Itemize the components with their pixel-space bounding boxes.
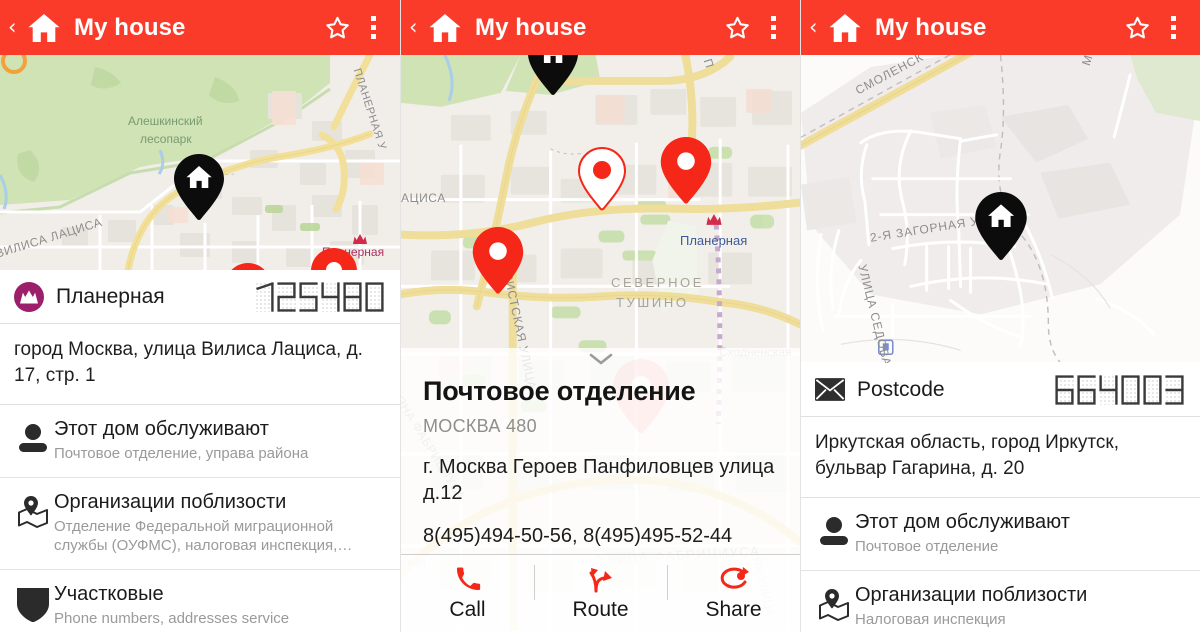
overflow-menu-icon[interactable] xyxy=(760,13,786,43)
poi-sheet: Почтовое отделение МОСКВА 480 г. Москва … xyxy=(401,348,800,632)
map-pin-home[interactable] xyxy=(528,55,578,95)
map-pin-selected[interactable] xyxy=(577,147,627,213)
metro-icon xyxy=(14,281,44,312)
postcode-label: Postcode xyxy=(857,377,945,401)
phone-icon xyxy=(455,563,481,595)
route-icon xyxy=(587,563,615,595)
postcode-digit xyxy=(277,281,296,312)
app-bar: ‹ My house xyxy=(0,0,400,55)
postcode-digit xyxy=(365,281,384,312)
list-item-subtitle: Почтовое отделение, управа района xyxy=(54,445,309,463)
list-item-title: Участковые xyxy=(54,582,164,605)
app-bar: ‹ My house xyxy=(401,0,800,55)
home-icon xyxy=(24,8,64,48)
share-label: Share xyxy=(705,598,762,621)
list-item-district-officers[interactable]: Участковые Phone numbers, addresses serv… xyxy=(0,569,400,632)
call-button[interactable]: Call xyxy=(401,555,534,622)
overflow-menu-icon[interactable] xyxy=(360,13,386,43)
postcode-digit xyxy=(299,281,318,312)
postcode-header-row[interactable]: Postcode xyxy=(801,363,1200,417)
list-item-subtitle: Отделение Федеральной миграционной служб… xyxy=(54,517,353,555)
overflow-menu-icon[interactable] xyxy=(1160,13,1186,43)
person-icon xyxy=(12,417,54,453)
page-title: My house xyxy=(74,13,186,41)
shield-icon xyxy=(12,582,54,622)
app-bar: ‹ My house xyxy=(801,0,1200,55)
screen-house-details: ‹ My house Алешкинский лесопарк ВИЛИСА Л… xyxy=(0,0,400,632)
list-item-nearby-orgs[interactable]: Организации поблизости Отделение Федерал… xyxy=(0,477,400,570)
list-item-subtitle: Налоговая инспекция xyxy=(855,610,1006,628)
map-view-3[interactable]: СМОЛЕНСК — ВЯЗЬ МИРА 2-Я ЗАГОРНАЯ УЛИ УЛ… xyxy=(801,55,1200,363)
poi-subtitle: МОСКВА 480 xyxy=(423,416,537,436)
back-button[interactable]: ‹ xyxy=(8,17,22,38)
envelope-icon xyxy=(815,375,845,405)
page-title: My house xyxy=(875,13,987,41)
home-icon xyxy=(425,8,465,48)
list-item-text: Организации поблизости Отделение Федерал… xyxy=(54,490,386,556)
map-pin-red[interactable] xyxy=(472,227,524,295)
list-item-title: Этот дом обслуживают xyxy=(54,418,269,441)
list-item-subtitle: Почтовое отделение xyxy=(855,538,999,556)
list-item-nearby-orgs[interactable]: Организации поблизости Налоговая инспекц… xyxy=(801,570,1200,632)
postcode-digit xyxy=(321,281,340,312)
poi-phones[interactable]: 8(495)494-50-56, 8(495)495-52-44 xyxy=(423,525,778,548)
map-view-1[interactable]: Алешкинский лесопарк ВИЛИСА ЛАЦИСА ПЛАНЕ… xyxy=(0,55,400,270)
share-button[interactable]: Share xyxy=(667,555,800,622)
route-button[interactable]: Route xyxy=(534,555,667,622)
map-pin-icon xyxy=(813,583,855,621)
poi-title: Почтовое отделение xyxy=(423,376,696,406)
chevron-down-icon xyxy=(589,353,612,365)
postcode-digit xyxy=(255,281,274,312)
postcode-digit xyxy=(1099,374,1118,405)
call-label: Call xyxy=(449,598,486,621)
address-text: город Москва, улица Вилиса Лациса, д. 17… xyxy=(0,324,400,406)
sheet-grabber[interactable] xyxy=(401,348,800,370)
details-sheet-1: Планерная город Москва, улица Вилиса Лац… xyxy=(0,270,400,632)
postcode-digit xyxy=(1143,374,1162,405)
map-pin-home[interactable] xyxy=(975,192,1027,260)
star-outline-icon[interactable] xyxy=(322,13,352,43)
metro-station-name: Планерная xyxy=(56,284,165,308)
list-item-text: Организации поблизости Налоговая инспекц… xyxy=(855,583,1186,630)
postcode-digit xyxy=(1055,374,1074,405)
list-item-services[interactable]: Этот дом обслуживают Почтовое отделение xyxy=(801,498,1200,571)
share-icon xyxy=(719,563,749,595)
postcode-digit xyxy=(1121,374,1140,405)
details-sheet-3: Postcode Иркутская область, город Иркутс… xyxy=(801,363,1200,632)
screenshot-root: ‹ My house Алешкинский лесопарк ВИЛИСА Л… xyxy=(0,0,1200,632)
postcode-value xyxy=(255,281,386,312)
metro-header-row[interactable]: Планерная xyxy=(0,270,400,324)
list-item-text: Этот дом обслуживают Почтовое отделение,… xyxy=(54,417,386,464)
poi-action-bar: Call Route Share xyxy=(401,554,800,632)
screen-post-office: ‹ My house АЦИСА П Планерная СЕВЕРНОЕ ТУ… xyxy=(400,0,800,632)
list-item-text: Этот дом обслуживают Почтовое отделение xyxy=(855,510,1186,557)
map-pin-red[interactable] xyxy=(311,248,357,270)
list-item-title: Этот дом обслуживают xyxy=(855,511,1070,534)
list-item-text: Участковые Phone numbers, addresses serv… xyxy=(54,582,386,629)
home-icon xyxy=(825,8,865,48)
list-item-title: Организации поблизости xyxy=(855,583,1088,606)
map-pin-red[interactable] xyxy=(660,137,712,205)
star-outline-icon[interactable] xyxy=(722,13,752,43)
screen-postcode-details: ‹ My house 2-Я ЗАГОРНАЯ УЛИ УЛИЦА СЕДОВА… xyxy=(800,0,1200,632)
poi-body: Почтовое отделение МОСКВА 480 г. Москва … xyxy=(401,370,800,554)
back-button[interactable]: ‹ xyxy=(409,17,423,38)
map-pin-home[interactable] xyxy=(174,154,224,220)
back-button[interactable]: ‹ xyxy=(809,17,823,38)
postcode-digit xyxy=(1077,374,1096,405)
postcode-value xyxy=(1055,374,1186,405)
address-text: Иркутская область, город Иркутск, бульва… xyxy=(801,417,1200,499)
poi-address: г. Москва Героев Панфиловцев улица д.12 xyxy=(423,456,775,505)
map-pin-red[interactable] xyxy=(225,263,271,270)
route-label: Route xyxy=(572,598,629,621)
page-title: My house xyxy=(475,13,587,41)
list-item-services[interactable]: Этот дом обслуживают Почтовое отделение,… xyxy=(0,405,400,478)
map-pin-icon xyxy=(12,490,54,528)
postcode-digit xyxy=(1165,374,1184,405)
postcode-digit xyxy=(343,281,362,312)
list-item-title: Организации поблизости xyxy=(54,490,287,513)
star-outline-icon[interactable] xyxy=(1122,13,1152,43)
person-icon xyxy=(813,510,855,546)
list-item-subtitle: Phone numbers, addresses service xyxy=(54,609,290,627)
